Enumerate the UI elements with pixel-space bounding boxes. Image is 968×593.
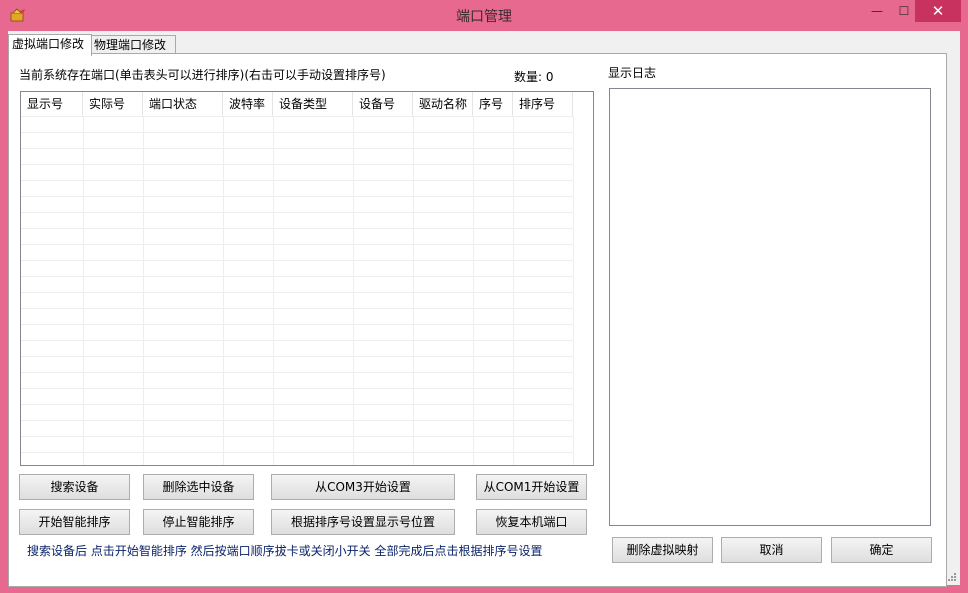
cancel-button[interactable]: 取消 bbox=[721, 537, 822, 563]
client-area: 虚拟端口修改 物理端口修改 当前系统存在端口(单击表头可以进行排序)(右击可以手… bbox=[8, 31, 960, 587]
column-header[interactable]: 驱动名称 bbox=[413, 92, 473, 116]
title-bar[interactable]: 端口管理 — ☐ ✕ bbox=[0, 0, 968, 30]
grid-row-line bbox=[21, 244, 573, 245]
grid-row-line bbox=[21, 436, 573, 437]
column-header[interactable]: 实际号 bbox=[83, 92, 143, 116]
grid-row-line bbox=[21, 404, 573, 405]
column-header[interactable]: 波特率 bbox=[223, 92, 273, 116]
grid-row-line bbox=[21, 164, 573, 165]
column-header[interactable]: 排序号 bbox=[513, 92, 573, 116]
ok-button[interactable]: 确定 bbox=[831, 537, 932, 563]
grid-col-line bbox=[573, 116, 574, 465]
grid-row-line bbox=[21, 260, 573, 261]
resize-grip-icon[interactable] bbox=[947, 572, 957, 582]
grid-col-line bbox=[353, 116, 354, 465]
grid-col-line bbox=[513, 116, 514, 465]
minimize-icon: — bbox=[871, 4, 883, 18]
search-device-button[interactable]: 搜索设备 bbox=[19, 474, 130, 500]
grid-row-line bbox=[21, 340, 573, 341]
grid-row-line bbox=[21, 324, 573, 325]
tab-virtual-port[interactable]: 虚拟端口修改 bbox=[8, 34, 92, 56]
grid-row-line bbox=[21, 372, 573, 373]
from-com3-button[interactable]: 从COM3开始设置 bbox=[271, 474, 455, 500]
column-header[interactable]: 设备类型 bbox=[273, 92, 353, 116]
port-table[interactable]: 显示号 实际号 端口状态 波特率 设备类型 设备号 驱动名称 序号 排序号 bbox=[20, 91, 594, 466]
column-header[interactable]: 端口状态 bbox=[143, 92, 223, 116]
delete-virtual-mapping-button[interactable]: 删除虚拟映射 bbox=[612, 537, 713, 563]
port-table-header: 显示号 实际号 端口状态 波特率 设备类型 设备号 驱动名称 序号 排序号 bbox=[21, 92, 593, 116]
grid-col-line bbox=[143, 116, 144, 465]
grid-row-line bbox=[21, 276, 573, 277]
grid-row-line bbox=[21, 452, 573, 453]
column-header[interactable]: 设备号 bbox=[353, 92, 413, 116]
tab-physical-port[interactable]: 物理端口修改 bbox=[90, 35, 176, 55]
grid-row-line bbox=[21, 116, 573, 117]
maximize-button[interactable]: ☐ bbox=[894, 0, 914, 22]
close-button[interactable]: ✕ bbox=[915, 0, 961, 22]
grid-row-line bbox=[21, 212, 573, 213]
start-smart-sort-button[interactable]: 开始智能排序 bbox=[19, 509, 130, 535]
grid-row-line bbox=[21, 228, 573, 229]
grid-col-line bbox=[413, 116, 414, 465]
ports-caption: 当前系统存在端口(单击表头可以进行排序)(右击可以手动设置排序号) bbox=[19, 68, 386, 82]
from-com1-button[interactable]: 从COM1开始设置 bbox=[476, 474, 587, 500]
grid-col-line bbox=[83, 116, 84, 465]
app-window: 端口管理 — ☐ ✕ 虚拟端口修改 物理端口修改 当前系统存在端口(单击表头可以… bbox=[0, 0, 968, 593]
grid-row-line bbox=[21, 420, 573, 421]
column-header[interactable]: 显示号 bbox=[21, 92, 83, 116]
tab-panel: 当前系统存在端口(单击表头可以进行排序)(右击可以手动设置排序号) 数量: 0 … bbox=[8, 53, 947, 587]
grid-row-line bbox=[21, 292, 573, 293]
set-by-sort-number-button[interactable]: 根据排序号设置显示号位置 bbox=[271, 509, 455, 535]
usage-hint: 搜索设备后 点击开始智能排序 然后按端口顺序拔卡或关闭小开关 全部完成后点击根据… bbox=[27, 544, 543, 558]
restore-local-port-button[interactable]: 恢复本机端口 bbox=[476, 509, 587, 535]
column-header[interactable]: 序号 bbox=[473, 92, 513, 116]
grid-col-line bbox=[273, 116, 274, 465]
grid-col-line bbox=[223, 116, 224, 465]
port-count: 数量: 0 bbox=[514, 70, 554, 84]
grid-row-line bbox=[21, 180, 573, 181]
log-textbox[interactable] bbox=[609, 88, 931, 526]
grid-col-line bbox=[473, 116, 474, 465]
minimize-button[interactable]: — bbox=[860, 0, 894, 22]
grid-row-line bbox=[21, 388, 573, 389]
stop-smart-sort-button[interactable]: 停止智能排序 bbox=[143, 509, 254, 535]
delete-selected-button[interactable]: 删除选中设备 bbox=[143, 474, 254, 500]
window-title: 端口管理 bbox=[456, 9, 512, 25]
grid-row-line bbox=[21, 148, 573, 149]
grid-row-line bbox=[21, 196, 573, 197]
close-icon: ✕ bbox=[931, 2, 945, 20]
maximize-icon: ☐ bbox=[898, 4, 910, 18]
grid-row-line bbox=[21, 132, 573, 133]
grid-row-line bbox=[21, 308, 573, 309]
grid-row-line bbox=[21, 356, 573, 357]
log-label: 显示日志 bbox=[608, 66, 657, 80]
